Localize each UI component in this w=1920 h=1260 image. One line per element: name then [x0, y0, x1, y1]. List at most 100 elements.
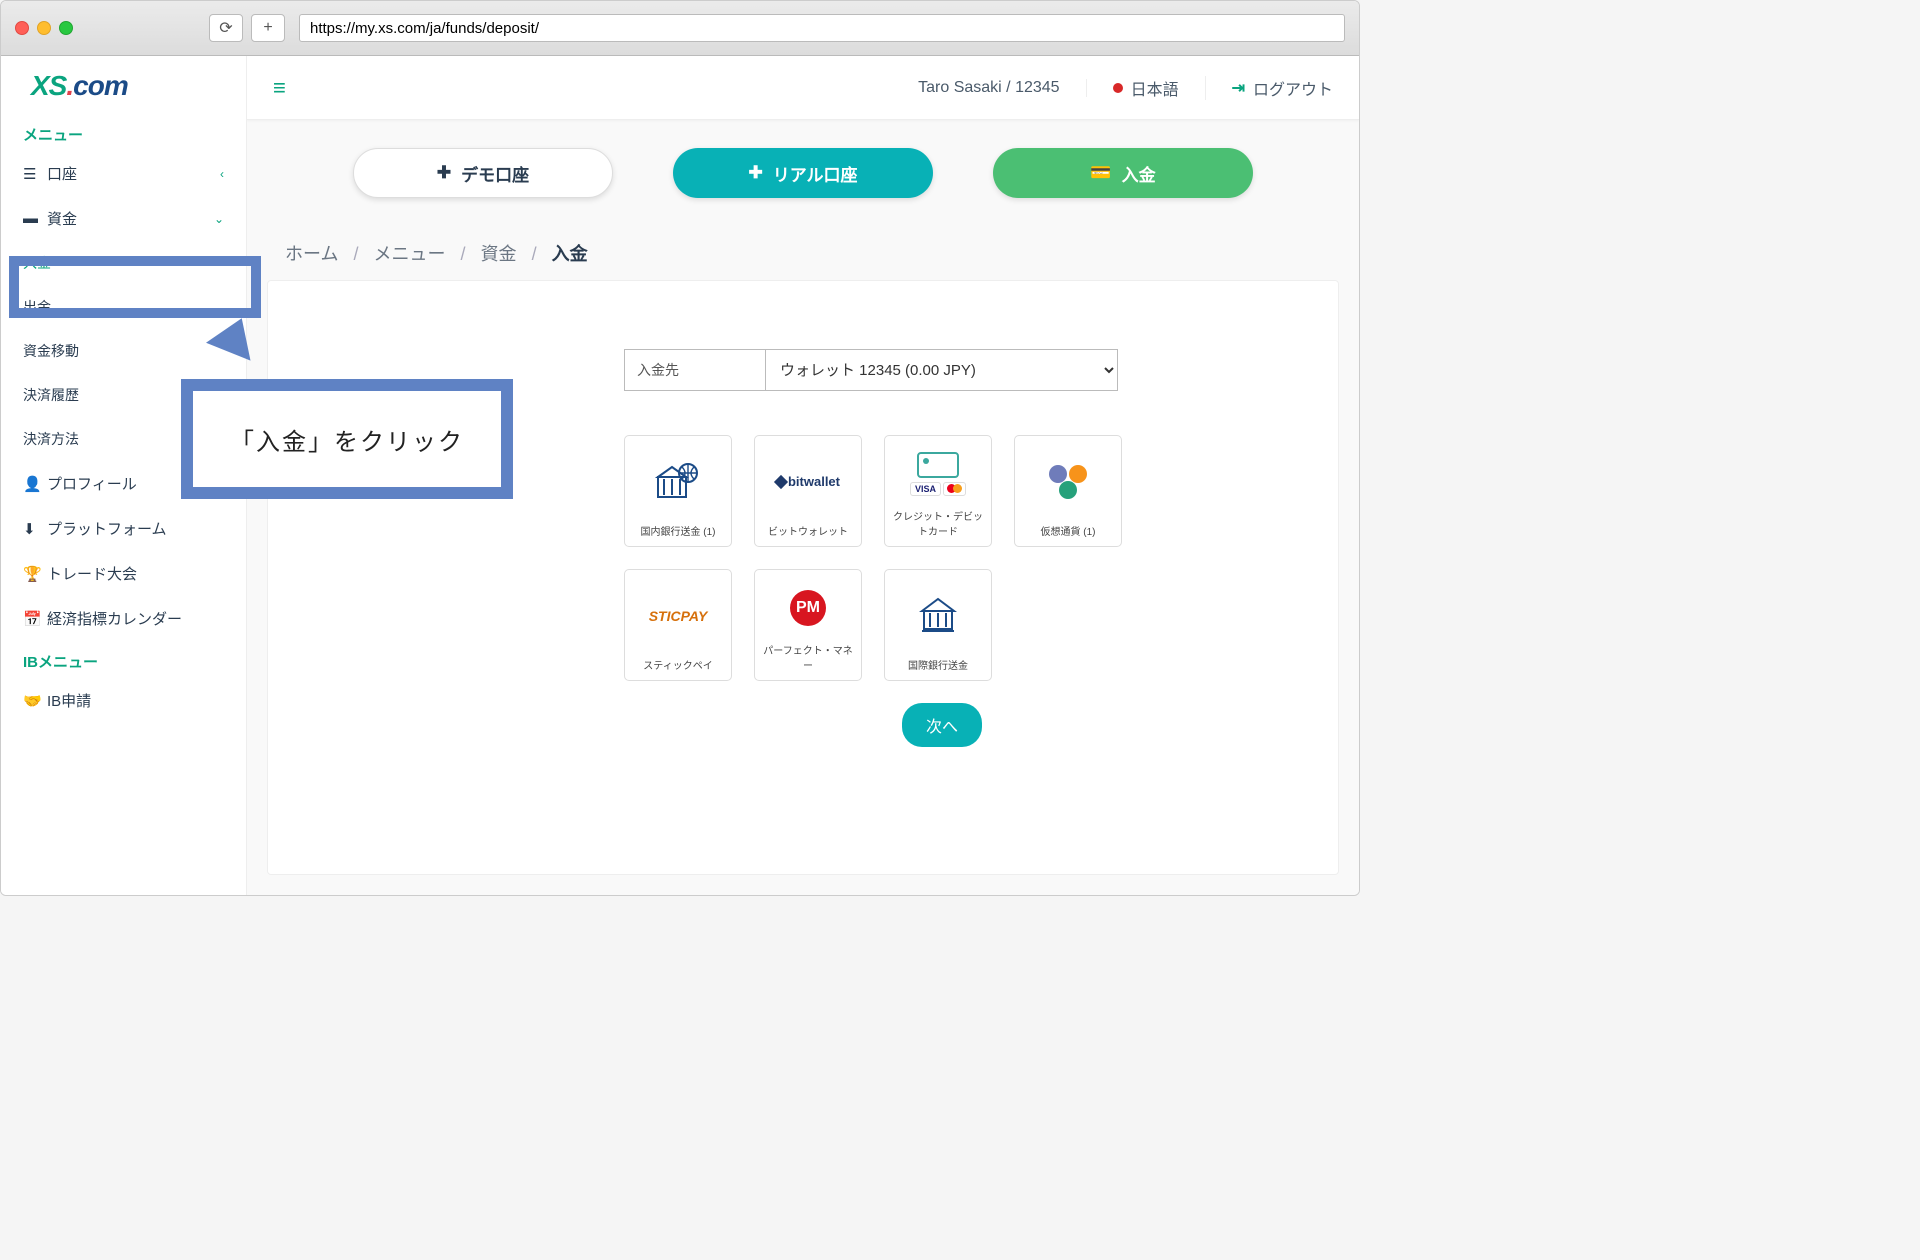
method-sticpay[interactable]: STICPAY スティックペイ: [624, 569, 732, 681]
method-domestic-bank[interactable]: 国内銀行送金 (1): [624, 435, 732, 547]
sidebar-item-label: IB申請: [47, 690, 91, 711]
method-label: クレジット・デビットカード: [889, 508, 987, 538]
user-icon: 👤: [23, 475, 47, 493]
sidebar-item-label: トレード大会: [47, 563, 137, 584]
sticpay-icon: STICPAY: [649, 578, 708, 653]
sidebar-item-contest[interactable]: 🏆 トレード大会: [1, 551, 246, 596]
sidebar-item-calendar[interactable]: 📅 経済指標カレンダー: [1, 596, 246, 641]
credit-card-icon: VISA: [910, 444, 966, 504]
destination-label: 入金先: [624, 349, 766, 391]
traffic-lights: [15, 21, 73, 35]
wallet-icon: ▬: [23, 210, 47, 227]
sidebar-item-profile[interactable]: 👤 プロフィール ‹: [1, 461, 246, 506]
logout-label: ログアウト: [1253, 76, 1333, 100]
minimize-window-icon[interactable]: [37, 21, 51, 35]
refresh-button[interactable]: ⟳: [209, 14, 243, 42]
bitwallet-logo-text: bitwallet: [788, 474, 840, 489]
method-bitwallet[interactable]: bitwallet ビットウォレット: [754, 435, 862, 547]
maximize-window-icon[interactable]: [59, 21, 73, 35]
new-tab-button[interactable]: +: [251, 14, 285, 42]
url-input[interactable]: [299, 14, 1345, 42]
sidebar: XS.com メニュー ☰ 口座 ‹ ▬ 資金 ⌄ 入金 出金 資金移動 決済履…: [1, 56, 247, 895]
close-window-icon[interactable]: [15, 21, 29, 35]
method-perfectmoney[interactable]: PM パーフェクト・マネー: [754, 569, 862, 681]
language-selector[interactable]: 日本語: [1087, 76, 1206, 100]
breadcrumb-sep: /: [451, 244, 476, 264]
breadcrumb-funds[interactable]: 資金: [481, 244, 517, 264]
button-label: デモ口座: [461, 161, 529, 186]
jp-flag-icon: [1113, 83, 1123, 93]
submenu-transfer[interactable]: 資金移動: [1, 329, 246, 373]
calendar-icon: 📅: [23, 610, 47, 628]
breadcrumb-home[interactable]: ホーム: [285, 244, 338, 264]
submenu-deposit[interactable]: 入金: [1, 241, 246, 285]
bitwallet-icon: bitwallet: [776, 444, 840, 519]
button-label: リアル口座: [773, 161, 858, 186]
sticpay-logo-text: STICPAY: [649, 608, 708, 624]
deposit-button[interactable]: 💳 入金: [993, 148, 1253, 198]
menu-toggle-icon[interactable]: ≡: [273, 75, 286, 101]
list-icon: ☰: [23, 165, 47, 183]
breadcrumb-sep: /: [522, 244, 547, 264]
sidebar-item-label: プロフィール: [47, 473, 137, 494]
sidebar-item-label: 資金: [47, 208, 77, 229]
sidebar-item-label: 口座: [47, 163, 77, 184]
sidebar-item-funds[interactable]: ▬ 資金 ⌄: [1, 196, 246, 241]
method-label: スティックペイ: [643, 657, 712, 672]
next-button[interactable]: 次へ: [902, 703, 982, 747]
pm-logo-text: PM: [790, 590, 826, 626]
sidebar-item-platform[interactable]: ⬇ プラットフォーム: [1, 506, 246, 551]
language-label: 日本語: [1131, 76, 1179, 100]
submenu-withdraw[interactable]: 出金: [1, 285, 246, 329]
method-card[interactable]: VISA クレジット・デビットカード: [884, 435, 992, 547]
topbar: ≡ Taro Sasaki / 12345 日本語 ⇥ ログアウト: [247, 56, 1359, 120]
breadcrumb: ホーム / メニュー / 資金 / 入金: [247, 218, 1359, 280]
browser-chrome: ⟳ +: [1, 1, 1359, 56]
method-label: 国際銀行送金: [908, 657, 968, 672]
plus-icon: ✚: [437, 163, 451, 183]
demo-account-button[interactable]: ✚ デモ口座: [353, 148, 613, 198]
method-label: パーフェクト・マネー: [759, 642, 857, 672]
ib-section-header: IBメニュー: [1, 641, 246, 678]
breadcrumb-sep: /: [343, 244, 368, 264]
sidebar-item-accounts[interactable]: ☰ 口座 ‹: [1, 151, 246, 196]
chevron-left-icon: ‹: [220, 167, 224, 181]
method-label: 仮想通貨 (1): [1041, 523, 1096, 538]
trophy-icon: 🏆: [23, 565, 47, 583]
method-intl-bank[interactable]: 国際銀行送金: [884, 569, 992, 681]
sidebar-item-ib[interactable]: 🤝 IB申請: [1, 678, 246, 723]
download-icon: ⬇: [23, 520, 47, 538]
real-account-button[interactable]: ✚ リアル口座: [673, 148, 933, 198]
method-label: 国内銀行送金 (1): [641, 523, 716, 538]
perfectmoney-icon: PM: [790, 578, 826, 638]
intl-bank-icon: [918, 578, 958, 653]
destination-select[interactable]: ウォレット 12345 (0.00 JPY): [766, 349, 1118, 391]
crypto-icon: [1046, 444, 1090, 519]
user-name[interactable]: Taro Sasaki / 12345: [918, 79, 1086, 97]
method-label: ビットウォレット: [768, 523, 848, 538]
handshake-icon: 🤝: [23, 692, 47, 710]
bank-globe-icon: [654, 444, 702, 519]
visa-badge: VISA: [910, 482, 941, 496]
logout-button[interactable]: ⇥ ログアウト: [1206, 76, 1333, 100]
submenu-methods[interactable]: 決済方法: [1, 417, 246, 461]
logo-xs: XS: [31, 70, 66, 101]
url-bar: [299, 14, 1345, 42]
plus-icon: ✚: [748, 163, 762, 183]
method-crypto[interactable]: 仮想通貨 (1): [1014, 435, 1122, 547]
deposit-panel: 入金先 ウォレット 12345 (0.00 JPY) 国内銀行送金 (1): [267, 280, 1339, 875]
logo[interactable]: XS.com: [1, 56, 246, 114]
mastercard-badge: [943, 482, 966, 496]
card-icon: 💳: [1090, 163, 1111, 183]
breadcrumb-menu[interactable]: メニュー: [374, 244, 446, 264]
chevron-left-icon: ‹: [220, 477, 224, 491]
submenu-history[interactable]: 決済履歴: [1, 373, 246, 417]
button-label: 入金: [1122, 161, 1156, 186]
logo-com: com: [73, 70, 128, 101]
sidebar-item-label: プラットフォーム: [47, 518, 167, 539]
sidebar-item-label: 経済指標カレンダー: [47, 608, 182, 629]
chevron-down-icon: ⌄: [214, 212, 224, 226]
breadcrumb-current: 入金: [552, 244, 588, 264]
logout-icon: ⇥: [1232, 78, 1245, 98]
menu-section-header: メニュー: [1, 114, 246, 151]
